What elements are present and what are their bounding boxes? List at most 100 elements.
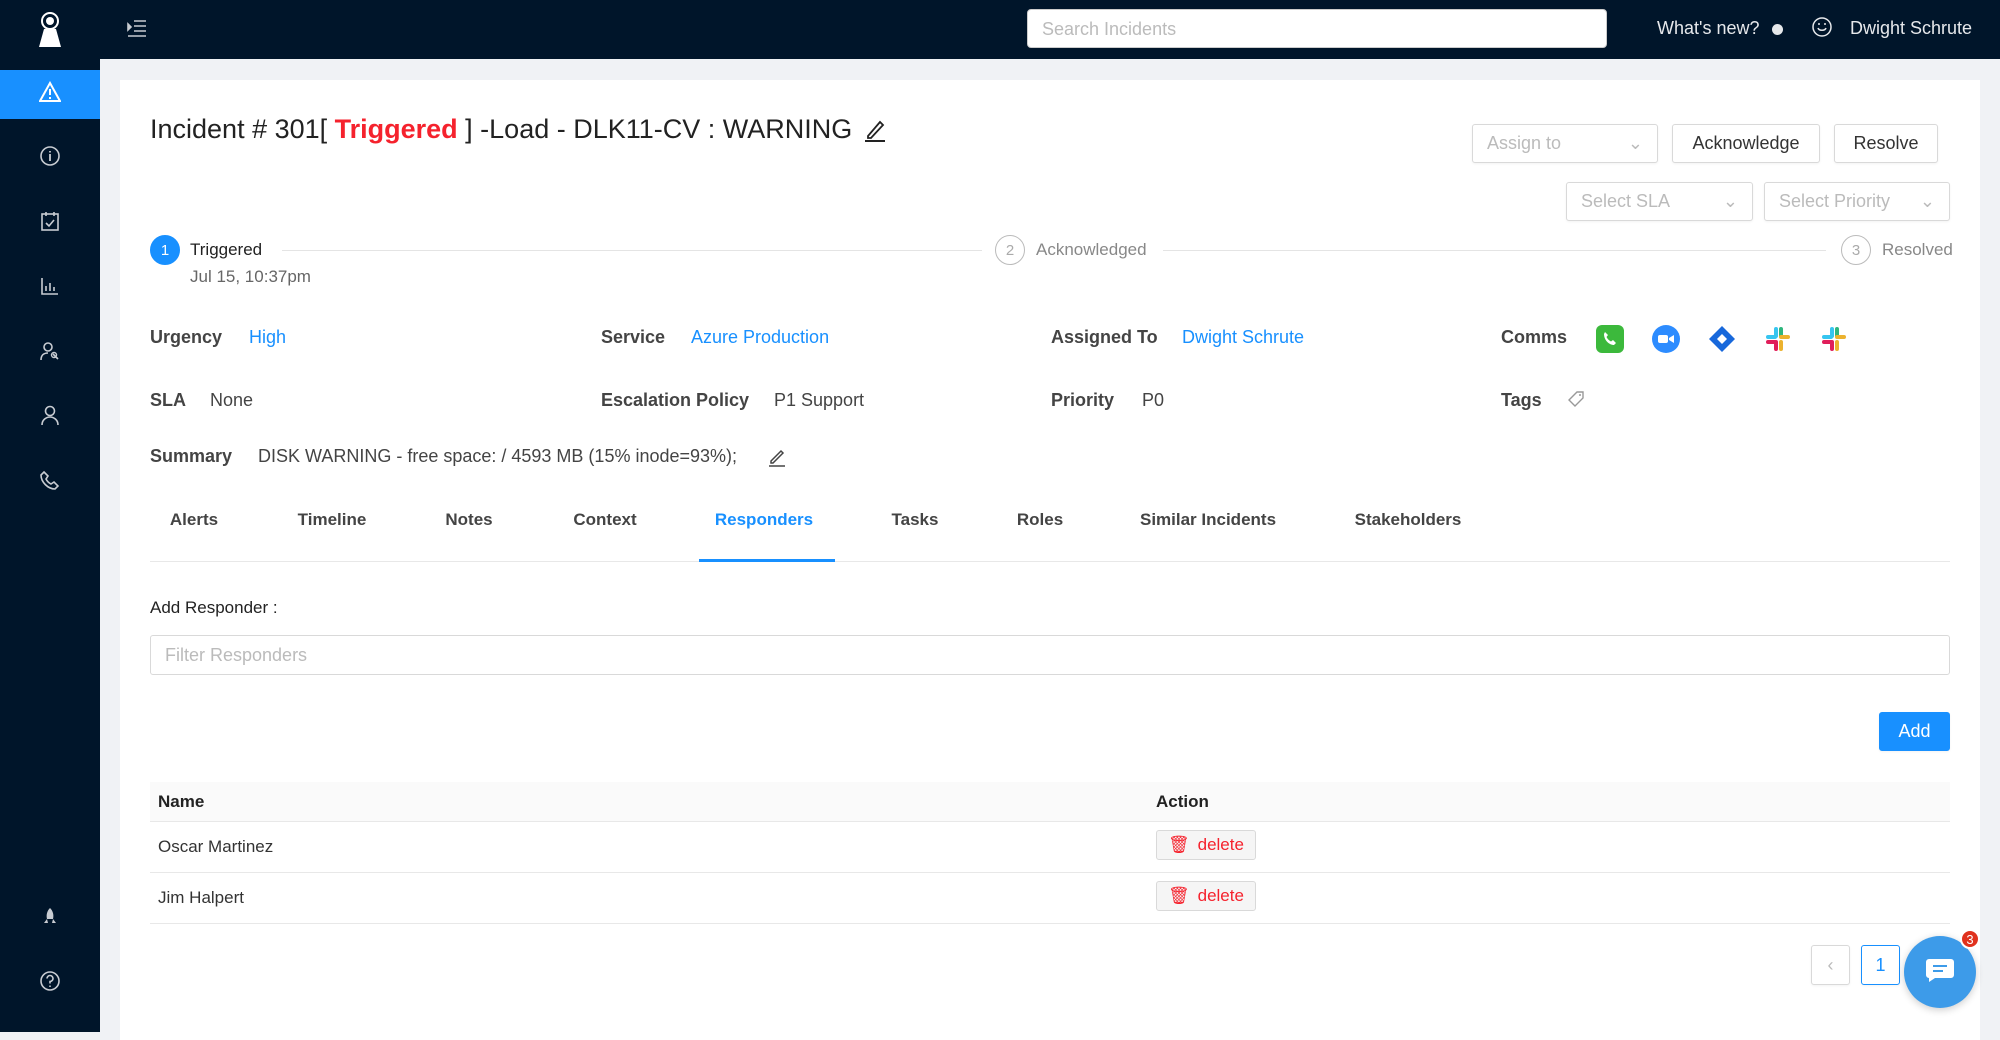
- delete-button[interactable]: 🗑 delete: [1156, 881, 1256, 911]
- whats-new-link[interactable]: What's new?: [1657, 18, 1759, 39]
- bar-chart-icon: [39, 275, 61, 302]
- sidebar-item-tasks[interactable]: [0, 198, 100, 248]
- table-header: Name Action: [150, 782, 1950, 822]
- sidebar-item-users[interactable]: [0, 392, 100, 442]
- step-1-label: Triggered: [190, 240, 263, 259]
- jira-icon[interactable]: [1708, 325, 1736, 353]
- chevron-down-icon: ⌄: [1722, 191, 1738, 211]
- slack-icon[interactable]: [1820, 325, 1848, 353]
- sidebar: [0, 0, 100, 1032]
- tab-responders[interactable]: Responders: [715, 510, 813, 530]
- logo-icon: [0, 6, 100, 56]
- sla-value: None: [210, 390, 254, 410]
- column-name: Name: [158, 792, 205, 811]
- tab-alerts[interactable]: Alerts: [170, 510, 218, 530]
- step-3-label: Resolved: [1882, 240, 1953, 259]
- tab-similar-incidents[interactable]: Similar Incidents: [1140, 510, 1276, 530]
- edit-title-icon[interactable]: [863, 117, 887, 148]
- step-1-time: Jul 15, 10:37pm: [190, 267, 311, 286]
- priority-select[interactable]: Select Priority ⌄: [1764, 182, 1950, 221]
- column-action: Action: [1156, 792, 1209, 811]
- urgency-label: Urgency: [150, 327, 223, 347]
- assigned-value[interactable]: Dwight Schrute: [1182, 327, 1304, 348]
- incident-title: Incident # 301[ Triggered ] -Load - DLK1…: [150, 114, 852, 145]
- chevron-down-icon: ⌄: [1627, 133, 1643, 153]
- priority-label: Priority: [1051, 390, 1115, 410]
- chat-badge: 3: [1960, 929, 1980, 949]
- menu-toggle-icon[interactable]: [126, 18, 148, 43]
- tab-notes[interactable]: Notes: [445, 510, 492, 530]
- step-3-circle: 3: [1841, 235, 1871, 265]
- whats-new-dot: [1772, 24, 1783, 35]
- step-connector: [282, 250, 982, 251]
- warning-icon: [38, 80, 62, 108]
- summary-value: DISK WARNING - free space: / 4593 MB (15…: [258, 446, 738, 466]
- sidebar-item-teams[interactable]: [0, 328, 100, 378]
- tabs-divider: [150, 561, 1950, 562]
- responder-name: Oscar Martinez: [158, 837, 274, 856]
- phone-icon: [39, 469, 61, 496]
- assign-placeholder: Assign to: [1487, 133, 1562, 153]
- comms-label: Comms: [1501, 327, 1568, 347]
- table-row: Oscar Martinez: [150, 822, 1950, 873]
- info-icon: [39, 145, 61, 172]
- service-label: Service: [601, 327, 666, 347]
- sla-select[interactable]: Select SLA ⌄: [1566, 182, 1753, 221]
- sidebar-item-info[interactable]: [0, 133, 100, 183]
- priority-value: P0: [1142, 390, 1165, 410]
- tags-label: Tags: [1501, 390, 1542, 410]
- add-responder-label: Add Responder :: [150, 598, 278, 617]
- search-input[interactable]: Search Incidents: [1027, 9, 1607, 48]
- sidebar-item-calls[interactable]: [0, 457, 100, 507]
- responder-name: Jim Halpert: [158, 888, 244, 907]
- user-menu[interactable]: Dwight Schrute: [1850, 18, 1972, 39]
- step-1-circle: 1: [150, 235, 180, 265]
- sidebar-item-launch[interactable]: [0, 893, 100, 943]
- calendar-check-icon: [39, 210, 61, 237]
- delete-label: delete: [1197, 835, 1244, 854]
- chat-icon: [1925, 957, 1955, 988]
- zoom-icon[interactable]: [1652, 325, 1680, 353]
- service-value[interactable]: Azure Production: [691, 327, 829, 348]
- acknowledge-button[interactable]: Acknowledge: [1672, 124, 1820, 163]
- smile-icon[interactable]: [1811, 16, 1833, 43]
- resolve-button[interactable]: Resolve: [1834, 124, 1938, 163]
- prev-page-button[interactable]: ‹: [1811, 945, 1850, 985]
- delete-button[interactable]: 🗑 delete: [1156, 830, 1256, 860]
- table-row: Jim Halpert: [150, 873, 1950, 924]
- step-2-circle: 2: [995, 235, 1025, 265]
- tag-icon[interactable]: [1568, 390, 1586, 413]
- sidebar-item-help[interactable]: [0, 958, 100, 1008]
- sidebar-item-analytics[interactable]: [0, 263, 100, 313]
- escalation-label: Escalation Policy: [601, 390, 750, 410]
- tab-tasks[interactable]: Tasks: [892, 510, 939, 530]
- filter-responders-input[interactable]: Filter Responders: [150, 635, 1950, 675]
- tab-timeline[interactable]: Timeline: [298, 510, 367, 530]
- active-tab-indicator: [699, 559, 835, 562]
- step-connector: [1163, 250, 1826, 251]
- trash-icon: 🗑: [1168, 835, 1190, 854]
- title-suffix: ] -Load - DLK11-CV : WARNING: [457, 114, 853, 144]
- delete-label: delete: [1197, 886, 1244, 905]
- tab-stakeholders[interactable]: Stakeholders: [1355, 510, 1462, 530]
- rocket-icon: [40, 906, 60, 931]
- phone-call-icon[interactable]: [1596, 325, 1624, 353]
- escalation-value: P1 Support: [774, 390, 865, 410]
- slack-icon[interactable]: [1764, 325, 1792, 353]
- summary-label: Summary: [150, 446, 233, 466]
- tab-roles[interactable]: Roles: [1017, 510, 1063, 530]
- add-button[interactable]: Add: [1879, 712, 1950, 751]
- tab-context[interactable]: Context: [573, 510, 636, 530]
- page-1-button[interactable]: 1: [1861, 945, 1900, 985]
- assign-to-select[interactable]: Assign to ⌄: [1472, 124, 1658, 163]
- edit-summary-icon[interactable]: [767, 447, 787, 472]
- chevron-down-icon: ⌄: [1919, 191, 1935, 211]
- trash-icon: 🗑: [1168, 886, 1190, 905]
- user-search-icon: [39, 340, 61, 367]
- assigned-label: Assigned To: [1051, 327, 1158, 347]
- urgency-value[interactable]: High: [249, 327, 286, 348]
- step-2-label: Acknowledged: [1036, 240, 1147, 259]
- user-icon: [39, 404, 61, 431]
- status-text: Triggered: [334, 114, 458, 144]
- sidebar-item-incidents[interactable]: [0, 70, 100, 119]
